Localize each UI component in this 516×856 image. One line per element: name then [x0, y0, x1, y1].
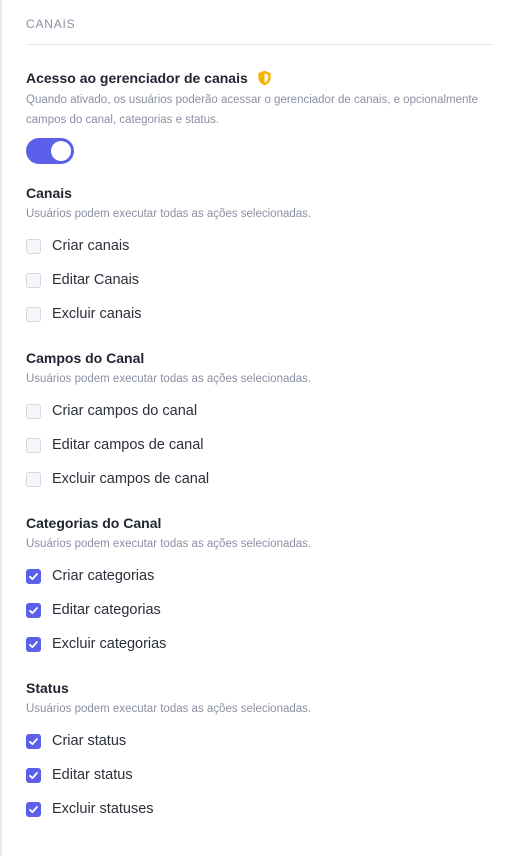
option-label: Editar categorias: [52, 602, 161, 618]
checkbox-unchecked[interactable]: [26, 306, 41, 322]
option-label: Criar status: [52, 733, 127, 749]
option-criar-categorias[interactable]: Criar categorias: [26, 559, 492, 593]
option-editar-categorias[interactable]: Editar categorias: [26, 593, 492, 627]
permission-groups: Canais Usuários podem executar todas as a…: [26, 184, 492, 826]
checkmark-icon: [29, 737, 38, 745]
checkbox-unchecked[interactable]: [26, 403, 41, 419]
channels-permissions-panel: CANAIS Acesso ao gerenciador de canais Q…: [26, 0, 492, 826]
group-title: Canais: [26, 185, 72, 201]
option-criar-campos-do-canal[interactable]: Criar campos do canal: [26, 394, 492, 428]
option-label: Editar status: [52, 767, 133, 783]
checkbox-checked[interactable]: [26, 733, 41, 749]
option-excluir-canais[interactable]: Excluir canais: [26, 297, 492, 331]
checkbox-checked[interactable]: [26, 767, 41, 783]
checkmark-icon: [29, 572, 38, 580]
section-title: CANAIS: [26, 17, 76, 31]
checkmark-icon: [29, 771, 38, 779]
checkbox-unchecked[interactable]: [26, 471, 41, 487]
option-list: Criar status Editar status Excluir statuse…: [26, 724, 492, 826]
option-list: Criar canais Editar Canais Excluir canais: [26, 229, 492, 331]
checkbox-checked[interactable]: [26, 568, 41, 584]
access-toggle[interactable]: [26, 138, 74, 164]
permission-group-status: Status Usuários podem executar todas as a…: [26, 679, 492, 826]
checkbox-unchecked[interactable]: [26, 238, 41, 254]
group-title: Categorias do Canal: [26, 515, 162, 531]
group-description: Usuários podem executar todas as ações s…: [26, 703, 312, 715]
option-label: Criar campos do canal: [52, 403, 198, 419]
option-editar-canais[interactable]: Editar Canais: [26, 263, 492, 297]
shield-icon: [257, 70, 272, 86]
option-label: Criar canais: [52, 238, 130, 254]
option-label: Editar campos de canal: [52, 437, 204, 453]
group-description: Usuários podem executar todas as ações s…: [26, 538, 312, 550]
option-label: Excluir categorias: [52, 636, 167, 652]
access-title: Acesso ao gerenciador de canais: [26, 70, 248, 86]
left-border: [0, 0, 2, 856]
option-excluir-campos-de-canal[interactable]: Excluir campos de canal: [26, 462, 492, 496]
group-title: Campos do Canal: [26, 350, 145, 366]
checkmark-icon: [29, 640, 38, 648]
option-label: Editar Canais: [52, 272, 140, 288]
access-description: Quando ativado, os usuários poderão aces…: [26, 94, 478, 126]
checkbox-unchecked[interactable]: [26, 272, 41, 288]
toggle-knob: [51, 141, 71, 161]
group-description: Usuários podem executar todas as ações s…: [26, 373, 312, 385]
option-label: Criar categorias: [52, 568, 155, 584]
checkmark-icon: [29, 805, 38, 813]
option-editar-campos-de-canal[interactable]: Editar campos de canal: [26, 428, 492, 462]
permission-group-campos-do-canal: Campos do Canal Usuários podem executar t…: [26, 349, 492, 496]
option-excluir-categorias[interactable]: Excluir categorias: [26, 627, 492, 661]
access-heading-row: Acesso ao gerenciador de canais: [26, 69, 492, 87]
checkbox-unchecked[interactable]: [26, 437, 41, 453]
option-list: Criar campos do canal Editar campos de ca…: [26, 394, 492, 496]
option-editar-status[interactable]: Editar status: [26, 758, 492, 792]
option-criar-canais[interactable]: Criar canais: [26, 229, 492, 263]
group-description: Usuários podem executar todas as ações s…: [26, 208, 312, 220]
permission-group-categorias-do-canal: Categorias do Canal Usuários podem execut…: [26, 514, 492, 661]
option-list: Criar categorias Editar categorias Excluir…: [26, 559, 492, 661]
option-label: Excluir statuses: [52, 801, 154, 817]
group-title: Status: [26, 680, 69, 696]
checkbox-checked[interactable]: [26, 636, 41, 652]
checkbox-checked[interactable]: [26, 602, 41, 618]
checkmark-icon: [29, 606, 38, 614]
option-label: Excluir campos de canal: [52, 471, 210, 487]
option-criar-status[interactable]: Criar status: [26, 724, 492, 758]
option-excluir-statuses[interactable]: Excluir statuses: [26, 792, 492, 826]
checkbox-checked[interactable]: [26, 801, 41, 817]
access-setting: Acesso ao gerenciador de canais Quando a…: [26, 69, 492, 164]
permission-group-canais: Canais Usuários podem executar todas as a…: [26, 184, 492, 331]
section-divider: [26, 44, 492, 45]
option-label: Excluir canais: [52, 306, 142, 322]
